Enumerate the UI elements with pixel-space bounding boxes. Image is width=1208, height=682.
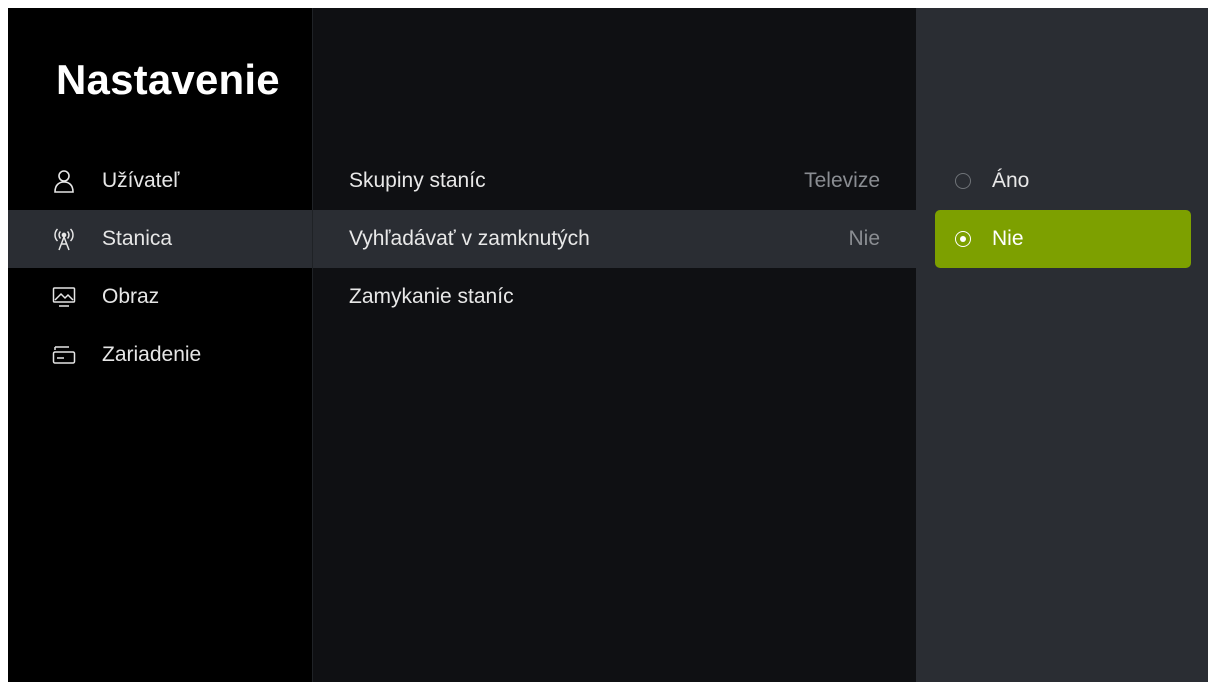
sidebar-item-picture[interactable]: Obraz	[8, 268, 312, 326]
sidebar-item-device[interactable]: Zariadenie	[8, 326, 312, 384]
setting-label: Zamykanie staníc	[349, 285, 514, 308]
setting-label: Skupiny staníc	[349, 169, 486, 192]
option-label: Áno	[992, 169, 1030, 192]
sidebar-item-user[interactable]: Užívateľ	[8, 152, 312, 210]
device-icon	[52, 343, 76, 367]
picture-icon	[52, 285, 76, 309]
radio-selected-icon	[955, 231, 971, 247]
settings-screen: Nastavenie Užívateľ Stanica Obraz Zariad…	[8, 8, 1208, 682]
options-panel: Áno Nie	[916, 8, 1208, 682]
setting-station-locking[interactable]: Zamykanie staníc	[313, 268, 916, 326]
option-yes[interactable]: Áno	[935, 152, 1191, 210]
settings-list: Skupiny staníc Televize Vyhľadávať v zam…	[313, 152, 916, 326]
antenna-icon	[52, 227, 76, 251]
radio-unselected-icon	[955, 173, 971, 189]
option-label: Nie	[992, 227, 1024, 250]
setting-station-groups[interactable]: Skupiny staníc Televize	[313, 152, 916, 210]
sidebar-item-label: Užívateľ	[102, 169, 180, 192]
sidebar-item-label: Zariadenie	[102, 343, 202, 366]
user-icon	[52, 169, 76, 193]
setting-label: Vyhľadávať v zamknutých	[349, 227, 590, 250]
sidebar-item-label: Stanica	[102, 227, 173, 250]
page-title: Nastavenie	[56, 56, 280, 103]
setting-value: Nie	[848, 227, 880, 250]
sidebar-item-label: Obraz	[102, 285, 160, 308]
setting-search-locked[interactable]: Vyhľadávať v zamknutých Nie	[313, 210, 916, 268]
sidebar-item-station[interactable]: Stanica	[8, 210, 312, 268]
settings-panel: Skupiny staníc Televize Vyhľadávať v zam…	[313, 8, 916, 682]
sidebar-nav: Užívateľ Stanica Obraz Zariadenie	[8, 152, 312, 384]
option-no[interactable]: Nie	[935, 210, 1191, 268]
sidebar: Nastavenie Užívateľ Stanica Obraz Zariad…	[8, 8, 312, 682]
option-list: Áno Nie	[935, 152, 1191, 268]
setting-value: Televize	[804, 169, 880, 192]
